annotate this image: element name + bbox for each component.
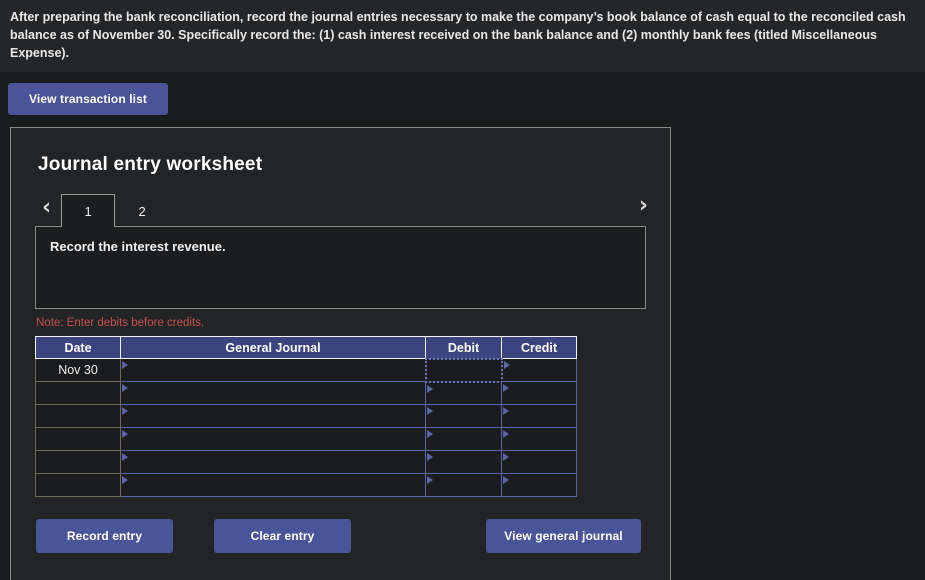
cell-credit[interactable] [502, 474, 577, 497]
cell-debit[interactable] [426, 428, 502, 451]
debits-before-credits-note: Note: Enter debits before credits. [36, 317, 646, 329]
dropdown-arrow-icon [503, 430, 509, 438]
dropdown-arrow-icon [122, 430, 128, 438]
cell-general-journal[interactable] [121, 405, 426, 428]
dropdown-arrow-icon [122, 361, 128, 369]
chevron-left-icon[interactable]: ‹ [38, 197, 61, 226]
dropdown-arrow-icon [427, 385, 433, 393]
journal-entry-table: Date General Journal Debit Credit Nov 30 [35, 336, 577, 497]
view-transaction-list-button[interactable]: View transaction list [8, 83, 168, 115]
dropdown-arrow-icon [503, 407, 509, 415]
cell-debit[interactable] [426, 405, 502, 428]
cell-date[interactable] [36, 382, 121, 405]
dropdown-arrow-icon [503, 476, 509, 484]
cell-date[interactable]: Nov 30 [36, 359, 121, 382]
clear-entry-button[interactable]: Clear entry [214, 519, 351, 553]
cell-date[interactable] [36, 451, 121, 474]
cell-date[interactable] [36, 428, 121, 451]
dropdown-arrow-icon [427, 407, 433, 415]
dropdown-arrow-icon [503, 384, 509, 392]
cell-general-journal[interactable] [121, 382, 426, 405]
cell-credit[interactable] [502, 405, 577, 428]
cell-credit[interactable] [502, 359, 577, 382]
cell-general-journal[interactable] [121, 451, 426, 474]
transaction-list-toolbar: View transaction list [0, 72, 925, 115]
journal-table-body: Nov 30 [36, 359, 577, 497]
dropdown-arrow-icon [122, 453, 128, 461]
table-row [36, 405, 577, 428]
dropdown-arrow-icon [427, 476, 433, 484]
dropdown-arrow-icon [122, 407, 128, 415]
entry-instruction-box: Record the interest revenue. [35, 226, 646, 309]
view-general-journal-button[interactable]: View general journal [486, 519, 641, 553]
column-header-debit: Debit [426, 337, 502, 359]
cell-credit[interactable] [502, 428, 577, 451]
entry-instruction-text: Record the interest revenue. [50, 239, 226, 254]
cell-date[interactable] [36, 474, 121, 497]
column-header-general-journal: General Journal [121, 337, 426, 359]
cell-credit[interactable] [502, 382, 577, 405]
dropdown-arrow-icon [122, 384, 128, 392]
tab-entry-1[interactable]: 1 [61, 194, 115, 227]
cell-date[interactable] [36, 405, 121, 428]
table-row [36, 382, 577, 405]
cell-debit[interactable] [426, 382, 502, 405]
table-header-row: Date General Journal Debit Credit [36, 337, 577, 359]
instruction-banner: After preparing the bank reconciliation,… [0, 0, 925, 72]
cell-general-journal[interactable] [121, 428, 426, 451]
cell-debit[interactable] [426, 451, 502, 474]
table-row [36, 428, 577, 451]
cell-debit[interactable] [426, 359, 502, 382]
record-entry-button[interactable]: Record entry [36, 519, 173, 553]
journal-entry-worksheet-panel: Journal entry worksheet ‹ 1 2 › Record t… [10, 127, 671, 580]
worksheet-action-buttons: Record entry Clear entry View general jo… [35, 519, 646, 553]
column-header-date: Date [36, 337, 121, 359]
dropdown-arrow-icon [504, 361, 510, 369]
dropdown-arrow-icon [427, 453, 433, 461]
table-row [36, 474, 577, 497]
instruction-text: After preparing the bank reconciliation,… [10, 8, 915, 62]
chevron-right-icon[interactable]: › [631, 195, 656, 224]
table-row: Nov 30 [36, 359, 577, 382]
table-row [36, 451, 577, 474]
column-header-credit: Credit [502, 337, 577, 359]
worksheet-tabs: ‹ 1 2 › [35, 190, 646, 226]
dropdown-arrow-icon [503, 453, 509, 461]
cell-general-journal[interactable] [121, 474, 426, 497]
cell-general-journal[interactable] [121, 359, 426, 382]
dropdown-arrow-icon [427, 430, 433, 438]
dropdown-arrow-icon [122, 476, 128, 484]
cell-credit[interactable] [502, 451, 577, 474]
cell-debit[interactable] [426, 474, 502, 497]
page-title: Journal entry worksheet [38, 154, 646, 176]
tab-entry-2[interactable]: 2 [115, 194, 169, 227]
